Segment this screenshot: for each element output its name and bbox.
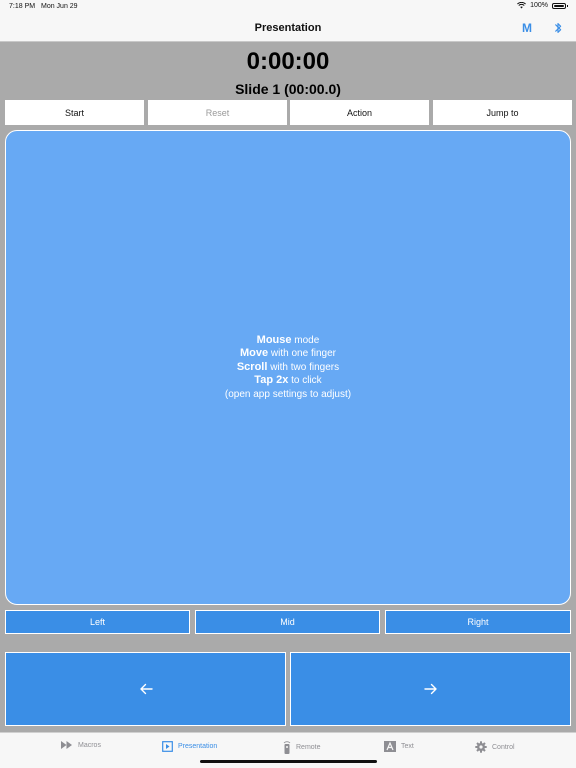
touchpad-instructions: Mouse mode Move with one finger Scroll w…: [225, 334, 351, 402]
instr-tap-bold: Tap 2x: [254, 374, 289, 387]
arrow-right-icon: [423, 683, 437, 695]
gear-icon: [475, 741, 487, 753]
jump-to-button[interactable]: Jump to: [433, 100, 572, 125]
status-right: 100%: [517, 2, 568, 9]
reset-button[interactable]: Reset: [148, 100, 287, 125]
status-bar: 7:18 PM Mon Jun 29 100%: [0, 0, 576, 14]
timer-display: 0:00:00: [246, 48, 330, 75]
mode-m-button[interactable]: M: [522, 21, 532, 35]
text-a-icon: [384, 741, 396, 752]
instr-mouse-rest: mode: [291, 334, 320, 346]
play-square-icon: [162, 741, 173, 752]
status-time: 7:18 PM: [9, 3, 36, 10]
middle-click-button[interactable]: Mid: [195, 610, 380, 634]
tab-label: Presentation: [178, 743, 218, 750]
tab-label: Control: [492, 743, 515, 751]
nav-bar: Presentation M: [0, 14, 576, 42]
page-title: Presentation: [254, 22, 322, 34]
tab-presentation[interactable]: Presentation: [162, 741, 217, 752]
fast-forward-icon: [61, 741, 72, 749]
instr-move-rest: with one finger: [268, 348, 336, 360]
touchpad[interactable]: Mouse mode Move with one finger Scroll w…: [5, 130, 571, 605]
tab-label: Remote: [296, 744, 321, 751]
arrow-left-icon: [139, 683, 153, 695]
instr-tap-rest: to click: [288, 375, 322, 387]
tab-label: Macros: [78, 741, 101, 749]
previous-slide-button[interactable]: [5, 652, 286, 726]
slide-indicator: Slide 1 (00:00.0): [235, 81, 341, 97]
instr-mouse-bold: Mouse: [256, 333, 292, 346]
tab-label: Text: [401, 743, 414, 750]
wifi-icon: [517, 2, 527, 9]
instr-scroll-bold: Scroll: [236, 360, 268, 373]
instr-move-bold: Move: [240, 347, 269, 360]
tab-remote[interactable]: Remote: [283, 741, 321, 754]
tab-control[interactable]: Control: [475, 741, 515, 753]
battery-icon: [552, 2, 568, 9]
start-button[interactable]: Start: [5, 100, 144, 125]
tab-macros[interactable]: Macros: [61, 741, 101, 749]
instr-settings-note: (open app settings to adjust): [224, 388, 352, 400]
action-button[interactable]: Action: [290, 100, 429, 125]
next-slide-button[interactable]: [290, 652, 571, 726]
instr-scroll-rest: with two fingers: [267, 361, 340, 373]
battery-percent: 100%: [530, 2, 548, 9]
tab-text[interactable]: Text: [384, 741, 414, 752]
left-click-button[interactable]: Left: [5, 610, 190, 634]
remote-icon: [283, 741, 291, 754]
home-indicator: [200, 760, 377, 763]
status-date: Mon Jun 29: [41, 3, 78, 10]
right-click-button[interactable]: Right: [385, 610, 571, 634]
bluetooth-icon[interactable]: [552, 21, 564, 35]
